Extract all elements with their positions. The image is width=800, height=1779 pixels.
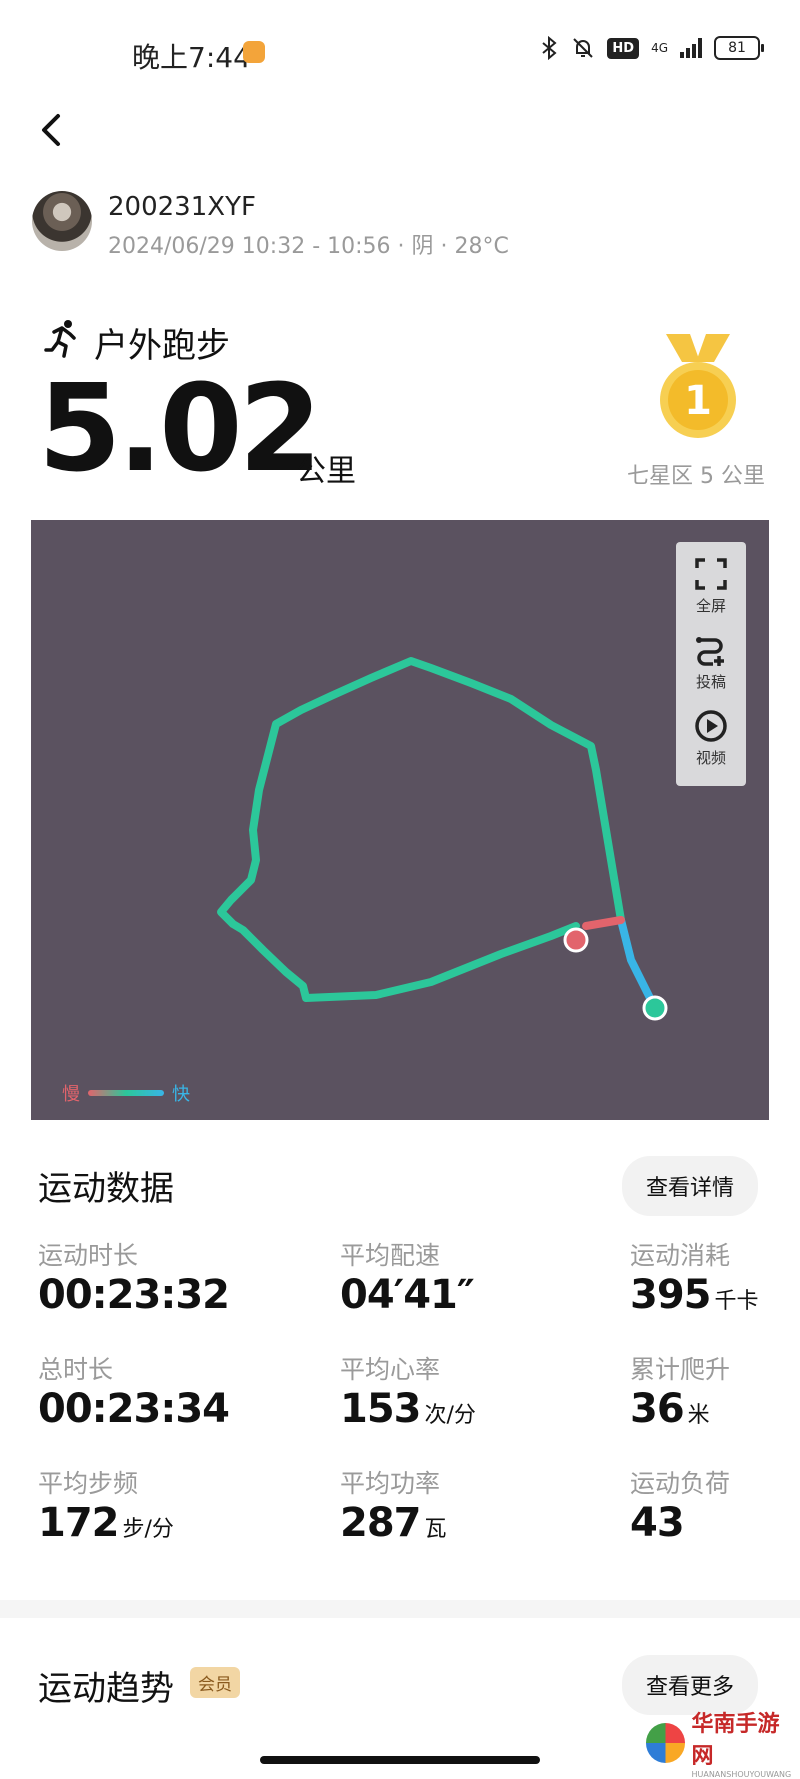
stat-unit: 米 xyxy=(687,1403,710,1428)
pace-legend: 慢 快 xyxy=(62,1080,190,1106)
stat-value: 36 米 xyxy=(630,1386,710,1432)
workout-data-title: 运动数据 xyxy=(38,1169,174,1209)
gold-medal-icon[interactable]: 1 xyxy=(648,334,748,444)
stat-total-duration: 总时长 00:23:34 xyxy=(38,1350,230,1432)
legend-fast: 快 xyxy=(172,1084,190,1105)
legend-slow: 慢 xyxy=(62,1084,80,1105)
stat-value: 00:23:32 xyxy=(38,1272,230,1318)
route-slow-segment xyxy=(582,916,625,930)
stat-label: 累计爬升 xyxy=(630,1355,731,1384)
mute-bell-icon xyxy=(573,38,594,58)
route-line xyxy=(217,657,625,1002)
stat-calories: 运动消耗 395 千卡 xyxy=(630,1236,759,1318)
stat-value: 153 次/分 xyxy=(340,1386,476,1432)
trend-title: 运动趋势 xyxy=(38,1669,174,1709)
watermark-logo-icon xyxy=(646,1722,686,1763)
play-video-icon xyxy=(695,710,727,742)
stat-label: 平均功率 xyxy=(340,1469,441,1498)
battery-icon: 81 xyxy=(714,36,764,60)
username: 200231XYF xyxy=(108,192,256,222)
stat-label: 运动负荷 xyxy=(630,1469,731,1498)
stat-label: 总时长 xyxy=(38,1355,114,1384)
status-time: 晚上7:44 xyxy=(132,41,251,74)
stat-unit: 瓦 xyxy=(424,1517,447,1542)
stat-unit: 千卡 xyxy=(714,1289,759,1314)
watermark: 华南手游网 HUANANSHOUYOUWANG xyxy=(646,1706,800,1779)
fullscreen-label: 全屏 xyxy=(695,597,726,615)
view-details-button[interactable]: 查看详情 xyxy=(622,1156,759,1216)
route-share-icon xyxy=(696,637,724,666)
legend-gradient xyxy=(88,1090,164,1096)
section-divider xyxy=(0,1600,800,1618)
stat-elevation-gain: 累计爬升 36 米 xyxy=(630,1350,730,1432)
end-marker xyxy=(563,927,589,953)
route-map[interactable] xyxy=(31,520,769,1120)
stat-value: 172 步/分 xyxy=(38,1500,174,1546)
stat-avg-pace: 平均配速 04′41″ xyxy=(340,1236,475,1318)
route-path-layer xyxy=(217,657,668,1021)
fullscreen-icon xyxy=(695,558,727,590)
stat-value: 287 瓦 xyxy=(340,1500,447,1546)
stat-value: 395 千卡 xyxy=(630,1272,759,1318)
bluetooth-icon xyxy=(542,36,557,60)
distance-unit: 公里 xyxy=(296,454,356,489)
stat-label: 平均步频 xyxy=(38,1469,139,1498)
stat-duration: 运动时长 00:23:32 xyxy=(38,1236,230,1318)
stat-label: 平均心率 xyxy=(340,1355,441,1384)
running-icon xyxy=(44,320,76,358)
stat-avg-heart-rate: 平均心率 153 次/分 xyxy=(340,1350,476,1432)
stat-value: 43 xyxy=(630,1500,685,1546)
medal-label: 七星区 5 公里 xyxy=(627,464,765,489)
status-icons: HD 4G 81 xyxy=(539,36,764,60)
avatar[interactable] xyxy=(32,191,92,251)
battery-level: 81 xyxy=(728,40,746,56)
signal-icon xyxy=(680,38,702,58)
post-route-button[interactable]: 投稿 xyxy=(693,632,729,708)
app-notification-icon xyxy=(243,41,265,63)
stat-label: 平均配速 xyxy=(340,1241,441,1270)
medal-number: 1 xyxy=(684,378,712,424)
home-indicator[interactable] xyxy=(260,1756,540,1764)
video-button[interactable]: 视频 xyxy=(693,708,729,784)
activity-meta: 2024/06/29 10:32 - 10:56 · 阴 · 28°C xyxy=(108,234,509,259)
distance-value: 5.02 xyxy=(38,360,322,499)
stat-value: 04′41″ xyxy=(340,1272,475,1318)
vip-badge: 会员 xyxy=(190,1667,240,1698)
stat-unit: 次/分 xyxy=(424,1403,476,1428)
start-marker xyxy=(642,995,668,1021)
video-label: 视频 xyxy=(695,749,726,767)
network-label: 4G xyxy=(651,41,668,55)
route-fast-segment xyxy=(617,916,659,1012)
map-toolbar: 全屏 投稿 视频 xyxy=(676,542,746,786)
stat-unit: 步/分 xyxy=(122,1517,174,1542)
back-icon[interactable] xyxy=(32,110,72,150)
stat-value: 00:23:34 xyxy=(38,1386,230,1432)
post-route-label: 投稿 xyxy=(695,673,726,691)
stat-avg-power: 平均功率 287 瓦 xyxy=(340,1464,447,1546)
stat-cadence: 平均步频 172 步/分 xyxy=(38,1464,174,1546)
hd-badge: HD xyxy=(607,37,640,59)
watermark-text: 华南手游网 xyxy=(691,1712,780,1769)
fullscreen-button[interactable]: 全屏 xyxy=(693,556,729,632)
stat-training-load: 运动负荷 43 xyxy=(630,1464,730,1546)
stat-label: 运动消耗 xyxy=(630,1241,731,1270)
stat-label: 运动时长 xyxy=(38,1241,139,1270)
